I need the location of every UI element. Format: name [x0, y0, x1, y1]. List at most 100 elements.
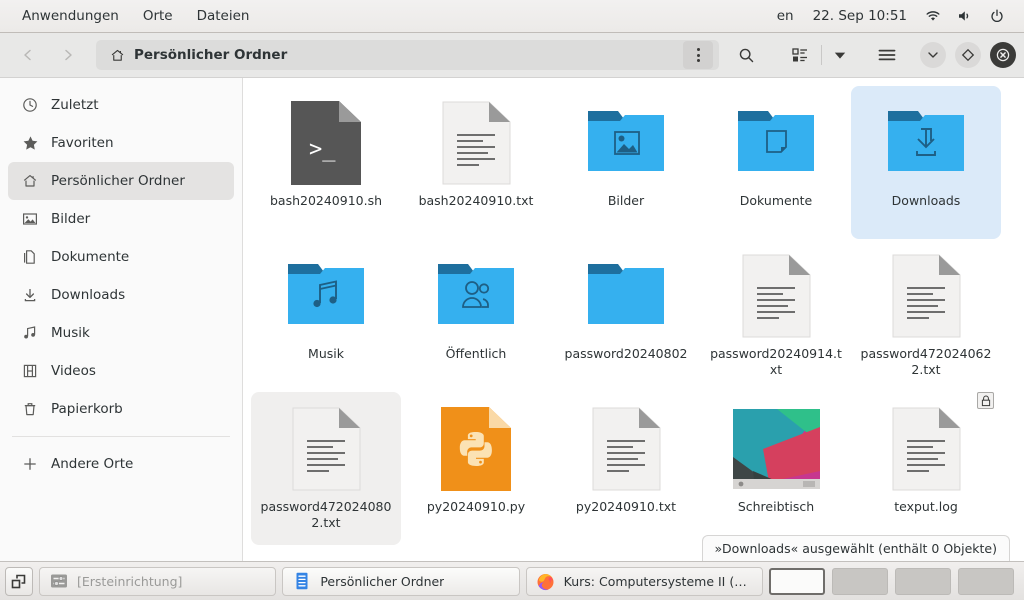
power-icon[interactable] — [981, 0, 1013, 32]
sidebar-item-documents[interactable]: Dokumente — [8, 238, 234, 276]
taskbar-task-firefox[interactable]: Kurs: Computersysteme II (01… — [526, 567, 763, 596]
folder-icon — [582, 252, 670, 340]
folder-item[interactable]: password20240802 — [551, 239, 701, 392]
taskbar-task-label: [Ersteinrichtung] — [77, 574, 182, 589]
sidebar-item-label: Musik — [51, 325, 90, 341]
text-file-icon — [432, 99, 520, 187]
folder-music-icon — [282, 252, 370, 340]
file-manager-body: Zuletzt Favoriten — [0, 78, 1024, 561]
folder-item[interactable]: Dokumente — [701, 86, 851, 239]
clock[interactable]: 22. Sep 10:51 — [803, 8, 917, 24]
file-item[interactable]: password20240914.txt — [701, 239, 851, 392]
sidebar-item-favorites[interactable]: Favoriten — [8, 124, 234, 162]
view-list-icon[interactable] — [783, 39, 817, 71]
folder-item[interactable]: Bilder — [551, 86, 701, 239]
music-note-icon — [22, 325, 44, 341]
file-item[interactable]: py20240910.py — [401, 392, 551, 545]
search-icon[interactable] — [729, 39, 763, 71]
top-panel-menus: Anwendungen Orte Dateien — [0, 0, 261, 32]
file-list-view[interactable]: >_ bash20240910.sh — [243, 78, 1024, 561]
image-icon — [22, 211, 44, 227]
sidebar-item-recent[interactable]: Zuletzt — [8, 86, 234, 124]
menu-places[interactable]: Orte — [131, 0, 185, 32]
workspace-2[interactable] — [832, 568, 888, 595]
toolbar-divider — [821, 45, 822, 65]
file-item[interactable]: py20240910.txt — [551, 392, 701, 545]
sidebar-item-other-locations[interactable]: Andere Orte — [8, 445, 234, 483]
path-bar[interactable]: Persönlicher Ordner — [96, 40, 719, 70]
more-options-icon[interactable] — [683, 41, 713, 69]
folder-public-icon — [432, 252, 520, 340]
workspace-4[interactable] — [958, 568, 1014, 595]
menu-files[interactable]: Dateien — [185, 0, 262, 32]
file-name: bash20240910.sh — [257, 193, 395, 209]
chevron-down-icon[interactable] — [828, 39, 852, 71]
folder-item[interactable]: Musik — [251, 239, 401, 392]
show-desktop-icon[interactable] — [5, 567, 33, 596]
sidebar-item-trash[interactable]: Papierkorb — [8, 390, 234, 428]
status-bar: »Downloads« ausgewählt (enthält 0 Objekt… — [702, 535, 1010, 561]
file-item[interactable]: Schreibtisch — [701, 392, 851, 545]
maximize-icon[interactable] — [955, 42, 981, 68]
file-name: Downloads — [857, 193, 995, 209]
text-file-icon — [732, 252, 820, 340]
close-icon[interactable] — [990, 42, 1016, 68]
sidebar: Zuletzt Favoriten — [0, 78, 243, 561]
taskbar: [Ersteinrichtung] Persönlicher Ordner — [0, 561, 1024, 600]
taskbar-task-files[interactable]: Persönlicher Ordner — [282, 567, 519, 596]
navigation-buttons — [8, 40, 88, 70]
workspace-switcher — [769, 568, 1019, 595]
file-name: bash20240910.txt — [407, 193, 545, 209]
file-name: password20240802 — [557, 346, 695, 362]
settings-icon — [49, 572, 68, 591]
home-icon — [22, 173, 44, 189]
sidebar-item-pictures[interactable]: Bilder — [8, 200, 234, 238]
sidebar-item-home[interactable]: Persönlicher Ordner — [8, 162, 234, 200]
file-name: py20240910.py — [407, 499, 545, 515]
back-button[interactable] — [8, 40, 48, 70]
file-item[interactable]: password4720240622.txt — [851, 239, 1001, 392]
top-panel-status-area: en 22. Sep 10:51 — [768, 0, 1024, 32]
file-item[interactable]: password4720240802.txt — [251, 392, 401, 545]
file-item[interactable]: >_ bash20240910.sh — [251, 86, 401, 239]
text-file-icon — [882, 252, 970, 340]
lock-icon — [977, 392, 994, 409]
minimize-icon[interactable] — [920, 42, 946, 68]
file-name: password20240914.txt — [707, 346, 845, 378]
file-manager-window: Persönlicher Ordner — [0, 33, 1024, 561]
download-icon — [22, 287, 44, 303]
wifi-icon[interactable] — [917, 0, 949, 32]
taskbar-task-label: Persönlicher Ordner — [320, 574, 444, 589]
file-name: Bilder — [557, 193, 695, 209]
sidebar-item-label: Dokumente — [51, 249, 129, 265]
workspace-3[interactable] — [895, 568, 951, 595]
sidebar-item-label: Favoriten — [51, 135, 114, 151]
clock-icon — [22, 97, 44, 113]
file-name: py20240910.txt — [557, 499, 695, 515]
top-panel: Anwendungen Orte Dateien en 22. Sep 10:5… — [0, 0, 1024, 33]
file-item[interactable]: bash20240910.txt — [401, 86, 551, 239]
text-file-icon — [282, 405, 370, 493]
hamburger-menu-icon[interactable] — [870, 39, 904, 71]
workspace-1[interactable] — [769, 568, 825, 595]
forward-button[interactable] — [48, 40, 88, 70]
taskbar-task-ersteinrichtung[interactable]: [Ersteinrichtung] — [39, 567, 276, 596]
sidebar-item-downloads[interactable]: Downloads — [8, 276, 234, 314]
sidebar-item-label: Downloads — [51, 287, 125, 303]
file-name: Musik — [257, 346, 395, 362]
python-file-icon — [432, 405, 520, 493]
script-file-icon: >_ — [282, 99, 370, 187]
breadcrumb-current: Persönlicher Ordner — [134, 47, 683, 63]
keyboard-layout-indicator[interactable]: en — [768, 0, 803, 32]
screenshot-thumbnail — [732, 405, 820, 493]
folder-item[interactable]: Downloads — [851, 86, 1001, 239]
volume-icon[interactable] — [949, 0, 981, 32]
folder-item[interactable]: Öffentlich — [401, 239, 551, 392]
taskbar-task-label: Kurs: Computersysteme II (01… — [564, 574, 753, 589]
text-file-icon — [582, 405, 670, 493]
sidebar-item-videos[interactable]: Videos — [8, 352, 234, 390]
menu-applications[interactable]: Anwendungen — [10, 0, 131, 32]
file-item[interactable]: texput.log — [851, 392, 1001, 545]
sidebar-item-music[interactable]: Musik — [8, 314, 234, 352]
sidebar-item-label: Papierkorb — [51, 401, 123, 417]
